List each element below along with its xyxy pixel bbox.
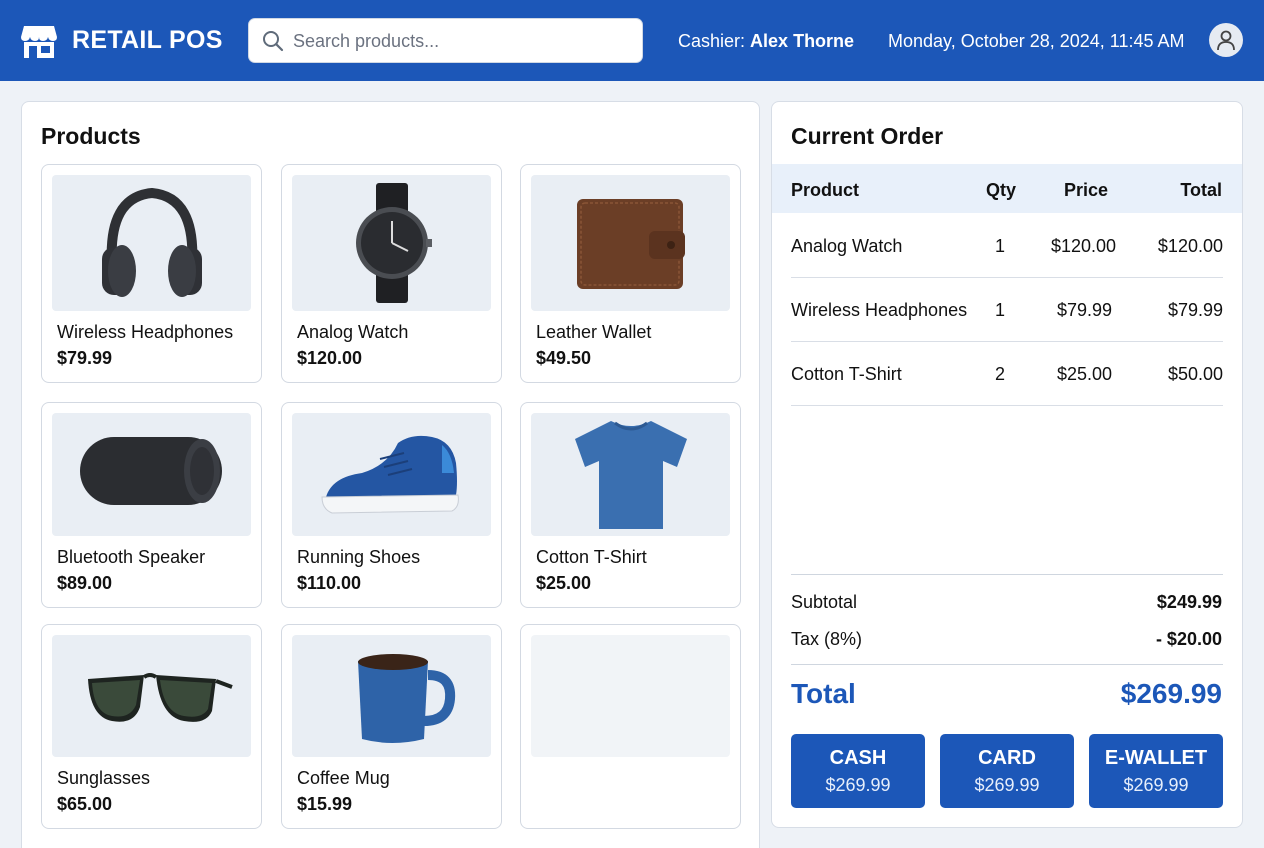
mug-image bbox=[358, 654, 456, 743]
tshirt-image bbox=[575, 421, 687, 529]
product-price: $110.00 bbox=[297, 573, 362, 593]
product-price: $25.00 bbox=[536, 573, 592, 593]
order-item-qty: 1 bbox=[995, 300, 1006, 320]
order-row[interactable]: Cotton T-Shirt 2 $25.00 $50.00 bbox=[791, 342, 1223, 406]
product-card-analog-watch[interactable]: Analog Watch $120.00 bbox=[281, 164, 502, 383]
product-card-sunglasses[interactable]: Sunglasses $65.00 bbox=[41, 624, 262, 829]
product-image-container bbox=[292, 413, 491, 536]
pay-method-label: CASH bbox=[829, 747, 887, 769]
product-image-container bbox=[52, 635, 251, 757]
product-name: Coffee Mug bbox=[297, 768, 390, 788]
search-input[interactable] bbox=[293, 25, 633, 57]
product-price: $65.00 bbox=[57, 794, 113, 814]
speaker-image bbox=[80, 437, 222, 505]
product-image-container bbox=[292, 175, 491, 311]
user-icon bbox=[1217, 30, 1235, 51]
order-item-price: $79.99 bbox=[1057, 300, 1113, 320]
order-row[interactable]: Analog Watch 1 $120.00 $120.00 bbox=[791, 214, 1223, 278]
product-name: Cotton T-Shirt bbox=[536, 547, 647, 567]
order-row[interactable]: Wireless Headphones 1 $79.99 $79.99 bbox=[791, 278, 1223, 342]
product-card-wireless-headphones[interactable]: Wireless Headphones $79.99 bbox=[41, 164, 262, 383]
products-title: Products bbox=[41, 123, 141, 149]
pay-amount: $269.99 bbox=[974, 775, 1040, 795]
watch-image bbox=[356, 183, 432, 303]
order-item-name: Cotton T-Shirt bbox=[791, 364, 902, 384]
order-item-total: $79.99 bbox=[1167, 300, 1223, 320]
order-item-qty: 2 bbox=[995, 364, 1006, 384]
product-price: $49.50 bbox=[536, 348, 592, 368]
subtotal-label: Subtotal bbox=[791, 592, 858, 612]
pay-method-label: CARD bbox=[978, 747, 1036, 769]
pay-amount: $269.99 bbox=[1123, 775, 1189, 795]
column-header-qty: Qty bbox=[986, 180, 1017, 200]
order-title: Current Order bbox=[791, 123, 944, 149]
products-panel: Products Wireless Headphones $79.99 Anal… bbox=[21, 101, 760, 848]
product-image-container bbox=[52, 413, 251, 536]
product-image-container bbox=[52, 175, 251, 311]
summary-divider bbox=[791, 574, 1223, 575]
product-card-leather-wallet[interactable]: Leather Wallet $49.50 bbox=[520, 164, 741, 383]
subtotal-value: $249.99 bbox=[1156, 592, 1222, 612]
pay-ewallet-button[interactable]: E-WALLET $269.99 bbox=[1089, 734, 1223, 808]
order-item-name: Wireless Headphones bbox=[791, 300, 968, 320]
product-image-container bbox=[531, 413, 730, 536]
product-name: Wireless Headphones bbox=[57, 322, 234, 342]
product-card-running-shoes[interactable]: Running Shoes $110.00 bbox=[281, 402, 502, 608]
order-item-total: $120.00 bbox=[1157, 236, 1223, 256]
tax-label: Tax (8%) bbox=[791, 629, 863, 649]
product-name: Analog Watch bbox=[297, 322, 409, 342]
product-name: Bluetooth Speaker bbox=[57, 547, 206, 567]
cashier-label: Cashier: bbox=[678, 31, 746, 51]
column-header-price: Price bbox=[1064, 180, 1109, 200]
product-image-placeholder bbox=[531, 635, 730, 757]
pay-cash-button[interactable]: CASH $269.99 bbox=[791, 734, 925, 808]
app-header: RETAIL POS Cashier: Alex Thorne Monday, … bbox=[0, 0, 1264, 81]
product-image-container bbox=[292, 635, 491, 757]
pay-card-button[interactable]: CARD $269.99 bbox=[940, 734, 1074, 808]
search-icon bbox=[263, 31, 284, 52]
product-name: Running Shoes bbox=[297, 547, 421, 567]
total-divider bbox=[791, 664, 1223, 665]
product-price: $79.99 bbox=[57, 348, 113, 368]
wallet-image bbox=[577, 199, 685, 289]
product-card-coffee-mug[interactable]: Coffee Mug $15.99 bbox=[281, 624, 502, 829]
product-image-container bbox=[531, 175, 730, 311]
shoe-image bbox=[321, 435, 459, 514]
order-item-qty: 1 bbox=[995, 236, 1006, 256]
headphones-image bbox=[102, 187, 202, 297]
total-label: Total bbox=[791, 678, 856, 709]
product-card-bluetooth-speaker[interactable]: Bluetooth Speaker $89.00 bbox=[41, 402, 262, 608]
datetime: Monday, October 28, 2024, 11:45 AM bbox=[888, 31, 1185, 51]
product-name: Sunglasses bbox=[57, 768, 151, 788]
order-item-price: $25.00 bbox=[1057, 364, 1113, 384]
product-card-cotton-t-shirt[interactable]: Cotton T-Shirt $25.00 bbox=[520, 402, 741, 608]
order-item-total: $50.00 bbox=[1167, 364, 1223, 384]
column-header-product: Product bbox=[791, 180, 860, 200]
order-panel: Current Order Product Qty Price Total An… bbox=[771, 101, 1243, 828]
order-item-name: Analog Watch bbox=[791, 236, 903, 256]
order-item-price: $120.00 bbox=[1051, 236, 1117, 256]
search-box[interactable] bbox=[248, 18, 643, 63]
avatar[interactable] bbox=[1209, 23, 1243, 57]
product-price: $89.00 bbox=[57, 573, 113, 593]
product-card-placeholder bbox=[520, 624, 741, 829]
product-price: $15.99 bbox=[297, 794, 353, 814]
product-name: Leather Wallet bbox=[536, 322, 652, 342]
brand-title: RETAIL POS bbox=[72, 26, 223, 54]
pay-amount: $269.99 bbox=[825, 775, 891, 795]
order-table-header: Product Qty Price Total bbox=[772, 164, 1242, 213]
column-header-total: Total bbox=[1180, 180, 1222, 200]
product-price: $120.00 bbox=[297, 348, 363, 368]
total-value: $269.99 bbox=[1120, 678, 1222, 709]
cashier-name: Alex Thorne bbox=[750, 31, 855, 51]
sunglasses-image bbox=[88, 673, 233, 722]
pay-method-label: E-WALLET bbox=[1104, 747, 1208, 769]
store-icon bbox=[21, 26, 57, 58]
tax-value: - $20.00 bbox=[1155, 629, 1222, 649]
cashier-info: Cashier: Alex Thorne bbox=[678, 31, 854, 52]
